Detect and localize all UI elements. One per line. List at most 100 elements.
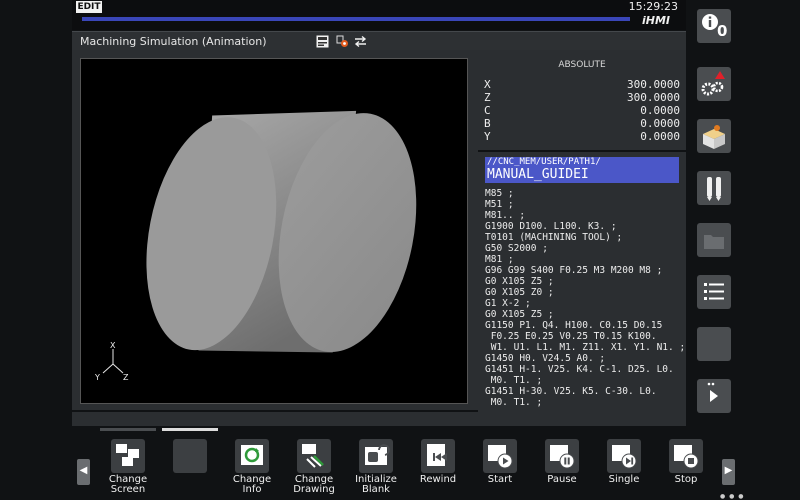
program-line: G0 X105 Z5 ; [485,276,554,287]
start-button[interactable]: Start [474,439,526,497]
tool-holders-icon [707,177,721,201]
program-line: G1450 H0. V24.5 A0. ; [485,353,606,364]
coordinate-axis: B [484,117,491,130]
program-line: M0. T1. ; [485,375,543,386]
play-icon [488,445,513,469]
windows-icon [116,444,139,466]
next-page-icon [707,382,718,402]
stop-icon [674,445,699,469]
disabled-folder-button[interactable] [697,223,731,257]
program-line: F0.25 E0.25 V0.25 T0.15 K100. [485,331,657,342]
progress-bar-fill [82,17,630,21]
program-path: //CNC_MEM/USER/PATH1/ [485,157,679,167]
coordinate-row: X 300.0000 [484,78,680,91]
program-line: M85 ; [485,188,514,199]
change-screen-button[interactable]: Change Screen [102,439,154,497]
program-line: G1451 H-30. V25. K5. C-30. L0. [485,386,657,397]
coordinate-axis: C [484,104,491,117]
tool-box-button[interactable] [697,119,731,153]
status-bar [72,0,686,30]
screen-title-bar: Machining Simulation (Animation) [72,31,686,50]
softkey-next-button[interactable]: ▶ [722,459,735,485]
coordinate-value: 0.0000 [640,117,680,130]
mode-badge: EDIT [76,1,102,13]
info-badge: 0 [717,22,728,40]
simulation-viewport[interactable]: X Y Z [80,58,468,404]
program-line: G50 S2000 ; [485,243,548,254]
program-line: G1 X-2 ; [485,298,531,309]
program-line: W1. U1. L1. M1. Z11. X1. Y1. N1. ; [485,342,686,353]
tool-box-icon [703,125,725,149]
program-line: G1451 H-1. V25. K4. C-1. D25. L0. [485,364,674,375]
change-info-button[interactable]: Change Info [226,439,278,497]
change-drawing-button[interactable]: Change Drawing [288,439,340,497]
softkey-label: Pause [547,474,577,485]
softkey-label: Single [608,474,640,485]
coordinate-row: B 0.0000 [484,117,680,130]
pause-icon [550,445,575,469]
record-icon[interactable] [336,35,349,48]
softkey-label: Change Info [232,474,272,495]
coordinate-value: 300.0000 [627,91,680,104]
rewind-icon [427,444,447,466]
disabled-folder-icon [704,235,724,249]
brand-logo: iHMI [642,14,671,27]
program-panel[interactable]: //CNC_MEM/USER/PATH1/ MANUAL_GUIDEI M85 … [478,152,686,426]
next-page-button[interactable] [697,379,731,413]
blank-softkey[interactable] [164,439,216,497]
blank-button[interactable] [697,327,731,361]
program-line: M51 ; [485,199,514,210]
coordinate-row: C 0.0000 [484,104,680,117]
coordinate-row: Y 0.0000 [484,130,680,143]
softkey-page-tab-1[interactable] [100,428,156,431]
page-title: Machining Simulation (Animation) [80,35,267,48]
rewind-button[interactable]: Rewind [412,439,464,497]
axis-label-y: Y [95,373,100,382]
swap-arrows-icon[interactable] [354,35,367,48]
coordinate-title: ABSOLUTE [558,60,606,70]
speed-icon[interactable] [316,35,329,48]
simulation-scrollbar[interactable] [72,412,478,426]
pause-button[interactable]: Pause [536,439,588,497]
tool-holders-button[interactable] [697,171,731,205]
stop-button[interactable]: Stop [660,439,712,497]
settings-alarm-icon [701,71,725,96]
workpiece-cylinder [102,110,417,374]
softkey-label: Initialize Blank [355,474,397,495]
chevron-left-icon: ◀ [79,465,88,476]
info-button[interactable]: 0 [697,9,731,43]
program-line: M81 ; [485,254,514,265]
softkey-label: Stop [674,474,698,485]
chevron-right-icon: ▶ [724,465,733,476]
coordinate-value: 300.0000 [627,78,680,91]
program-line: T0101 (MACHINING TOOL) ; [485,232,623,243]
page-indicator-dots: ● ● ● [720,493,745,500]
checklist-button[interactable] [697,275,731,309]
simulation-panel: X Y Z [72,50,478,410]
program-line: G0 X105 Z0 ; [485,287,554,298]
single-step-icon [612,445,637,469]
coordinate-axis: Y [484,130,491,143]
blank-init-icon [365,444,390,465]
initialize-blank-button[interactable]: Initialize Blank [350,439,402,497]
drawing-swap-icon [302,444,324,468]
coordinate-value: 0.0000 [640,104,680,117]
settings-alarm-button[interactable] [697,67,731,101]
coordinate-value: 0.0000 [640,130,680,143]
softkey-label: Start [487,474,513,485]
softkey-prev-button[interactable]: ◀ [77,459,90,485]
coordinate-panel: ABSOLUTE X 300.0000 Z 300.0000 C 0.0000 … [478,50,686,150]
program-line: G0 X105 Z5 ; [485,309,554,320]
softkey-page-tab-2[interactable] [162,428,218,431]
program-listing[interactable]: M85 ; M51 ; M81.. ; G1900 D100. L100. K3… [485,188,686,408]
program-line: G96 G99 S400 F0.25 M3 M200 M8 ; [485,265,663,276]
info-swap-icon [241,445,263,465]
checklist-icon [704,283,724,300]
axis-label-z: Z [123,373,129,382]
single-step-button[interactable]: Single [598,439,650,497]
program-line: G1150 P1. Q4. H100. C0.15 D0.15 [485,320,663,331]
softkey-label: Change Screen [108,474,148,495]
clock: 15:29:23 [628,0,678,13]
coordinate-axis: X [484,78,491,91]
progress-bar [82,17,630,21]
